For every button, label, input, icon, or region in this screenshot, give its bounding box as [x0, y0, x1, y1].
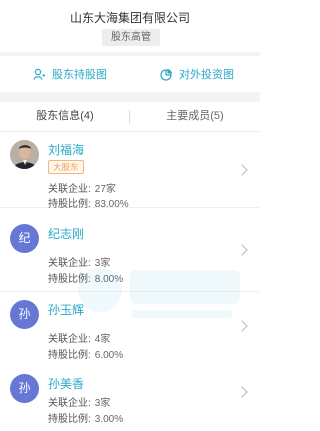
shareholder-name: 刘福海 — [48, 143, 85, 157]
avatar: 孙 — [10, 374, 39, 403]
info-tabs: 股东信息(4) 主要成员(5) — [0, 102, 260, 132]
related-companies: 关联企业: 4家 — [48, 334, 111, 345]
shareholder-row[interactable]: 纪 纪志刚 关联企业: 3家 持股比例: 8.00% — [0, 216, 260, 292]
share-ratio: 持股比例: 83.00% — [48, 199, 129, 210]
shareholding-chart-label: 股东持股图 — [52, 69, 107, 81]
shareholder-icon — [33, 68, 45, 80]
shareholder-name: 孙玉辉 — [48, 303, 85, 317]
avatar: 纪 — [10, 224, 39, 253]
shareholding-chart-button[interactable]: 股东持股图 — [33, 66, 107, 82]
shareholder-row[interactable]: 孙 孙美香 关联企业: 3家 持股比例: 3.00% — [0, 366, 260, 431]
shareholder-name: 纪志刚 — [48, 227, 85, 241]
related-companies: 关联企业: 3家 — [48, 258, 111, 269]
pie-chart-icon — [160, 68, 172, 81]
tab-shareholder-info[interactable]: 股东信息(4) — [0, 102, 130, 131]
chevron-right-icon[interactable] — [236, 386, 248, 398]
investment-chart-label: 对外投资图 — [179, 69, 234, 81]
avatar-photo — [10, 140, 39, 169]
share-ratio: 持股比例: 6.00% — [48, 350, 124, 361]
company-header: 山东大海集团有限公司 股东高管 — [0, 0, 260, 52]
shareholder-name: 孙美香 — [48, 377, 85, 391]
chevron-right-icon[interactable] — [236, 320, 248, 332]
tab-key-members[interactable]: 主要成员(5) — [130, 102, 260, 131]
investment-chart-button[interactable]: 对外投资图 — [160, 66, 234, 82]
section-divider — [0, 92, 260, 102]
share-ratio: 持股比例: 8.00% — [48, 274, 124, 285]
role-tag[interactable]: 股东高管 — [102, 29, 160, 46]
avatar: 孙 — [10, 300, 39, 329]
chevron-right-icon[interactable] — [236, 244, 248, 256]
chart-actions-bar: 股东持股图 对外投资图 — [0, 56, 260, 92]
share-ratio: 持股比例: 3.00% — [48, 414, 124, 425]
related-companies: 关联企业: 3家 — [48, 398, 111, 409]
person-photo-icon — [10, 140, 39, 169]
related-companies: 关联企业: 27家 — [48, 184, 116, 195]
shareholder-row[interactable]: 孙 孙玉辉 关联企业: 4家 持股比例: 6.00% — [0, 292, 260, 368]
shareholder-row[interactable]: 刘福海 大股东 关联企业: 27家 持股比例: 83.00% — [0, 132, 260, 210]
company-name: 山东大海集团有限公司 — [69, 11, 190, 25]
major-shareholder-badge: 大股东 — [48, 160, 84, 174]
chevron-right-icon[interactable] — [236, 164, 248, 176]
